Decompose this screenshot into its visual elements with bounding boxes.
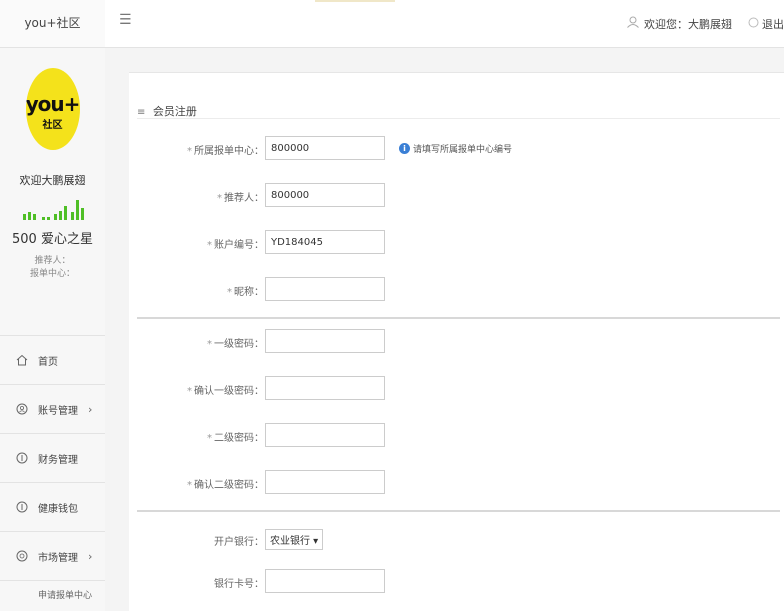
brand-logo: you+ 社区 [25, 68, 80, 150]
nav-label: 账号管理 [38, 405, 78, 417]
center-label: 报单中心： [29, 269, 75, 279]
brand-title[interactable]: you+社区 [0, 0, 105, 48]
profile-meta: 推荐人： 报单中心： [0, 255, 105, 281]
panel-title-text: 会员注册 [152, 105, 197, 118]
field-label: * 推荐人： [217, 193, 264, 204]
field-row-password2-confirm: * 确认二级密码： [129, 470, 784, 498]
wallet-icon [16, 501, 28, 513]
level-signal-icon [22, 200, 84, 220]
user-icon [626, 16, 640, 31]
nav-subitem-apply-center[interactable]: 申请报单中心 [0, 581, 105, 611]
referrer-label: 推荐人： [34, 256, 71, 266]
field-label: 开户银行： [214, 537, 264, 548]
nav-label: 健康钱包 [38, 503, 78, 515]
top-user-area: 欢迎您：大鹏展翅 退出 [626, 0, 784, 47]
member-level: 500 爱心之星 [12, 232, 93, 247]
profile-card: you+ 社区 欢迎大鹏展翅 500 爱心之星 推荐人： 报单中心： [0, 48, 105, 336]
account-id-input[interactable] [265, 230, 385, 254]
welcome-user[interactable]: 欢迎您：大鹏展翅 [644, 16, 732, 32]
chevron-right-icon: › [88, 402, 93, 416]
center-id-input[interactable] [265, 136, 385, 160]
register-panel: ≡ 会员注册 *所属报单中心： i 所属报单中心： 请填写所属报单中心编号 *推… [129, 72, 784, 611]
card-number-input[interactable] [265, 569, 385, 593]
field-row-referrer: * 推荐人： [129, 183, 784, 211]
chevron-right-icon: › [88, 549, 93, 563]
field-label: * 账户编号： [207, 240, 264, 251]
field-label: * 二级密码： [207, 433, 264, 444]
hint-text: 请填写所属报单中心编号 [413, 145, 513, 155]
password1-confirm-input[interactable] [265, 376, 385, 400]
logout-icon [748, 17, 759, 31]
logo-sub-text: 社区 [42, 120, 63, 131]
field-row-nickname: * 昵称： [129, 277, 784, 305]
info-icon: i [399, 143, 410, 154]
finance-icon [16, 452, 28, 464]
title-divider [137, 118, 780, 119]
market-icon [16, 550, 28, 562]
field-row-bank: 开户银行： 农业银行 ▾ [129, 527, 784, 555]
nav-label: 市场管理 [38, 552, 78, 564]
field-row-account: * 账户编号： [129, 230, 784, 258]
profile-welcome: 欢迎大鹏展翅 [19, 174, 86, 187]
menu-toggle-icon[interactable]: ☰ [119, 12, 135, 28]
field-row-card: 银行卡号： [129, 569, 784, 597]
nav-item-home[interactable]: 首页 [0, 336, 105, 385]
panel-title: ≡ 会员注册 [137, 103, 197, 119]
password1-input[interactable] [265, 329, 385, 353]
password2-input[interactable] [265, 423, 385, 447]
field-label: * 确认一级密码： [187, 386, 264, 397]
section-divider [137, 510, 780, 512]
bank-select[interactable]: 农业银行 ▾ [265, 529, 324, 550]
referrer-input[interactable] [265, 183, 385, 207]
field-label: * 确认二级密码： [187, 480, 264, 491]
main-area: ≡ 会员注册 *所属报单中心： i 所属报单中心： 请填写所属报单中心编号 *推… [105, 48, 784, 611]
nav-label: 首页 [38, 356, 58, 368]
field-label: * 所属报单中心： [187, 146, 264, 157]
field-label: * 一级密码： [207, 339, 264, 350]
logo-main-text: you+ [25, 92, 80, 116]
field-row-password1-confirm: * 确认一级密码： [129, 376, 784, 404]
top-accent [315, 0, 395, 2]
nav-label: 财务管理 [38, 454, 78, 466]
logout-link[interactable]: 退出 [762, 16, 784, 32]
nickname-input[interactable] [265, 277, 385, 301]
top-bar: ☰ 欢迎您：大鹏展翅 退出 [105, 0, 784, 48]
nav-item-finance[interactable]: 财务管理 [0, 434, 105, 483]
field-row-center: *所属报单中心： i 所属报单中心： 请填写所属报单中心编号 [129, 136, 784, 164]
field-row-password1: * 一级密码： [129, 329, 784, 357]
field-label: 银行卡号： [214, 579, 264, 590]
nav-item-market[interactable]: 市场管理 › [0, 532, 105, 581]
field-label: * 昵称： [227, 287, 264, 298]
sidebar: you+社区 you+ 社区 欢迎大鹏展翅 500 爱心之星 推荐人： 报单中心… [0, 0, 106, 611]
password2-confirm-input[interactable] [265, 470, 385, 494]
nav-item-account[interactable]: 账号管理 › [0, 385, 105, 434]
section-divider [137, 317, 780, 319]
field-hint: i 所属报单中心： 请填写所属报单中心编号 [399, 142, 512, 155]
account-icon [16, 403, 28, 415]
nav-item-wallet[interactable]: 健康钱包 [0, 483, 105, 532]
field-row-password2: * 二级密码： [129, 423, 784, 451]
home-icon [16, 354, 28, 366]
list-icon: ≡ [137, 107, 146, 118]
